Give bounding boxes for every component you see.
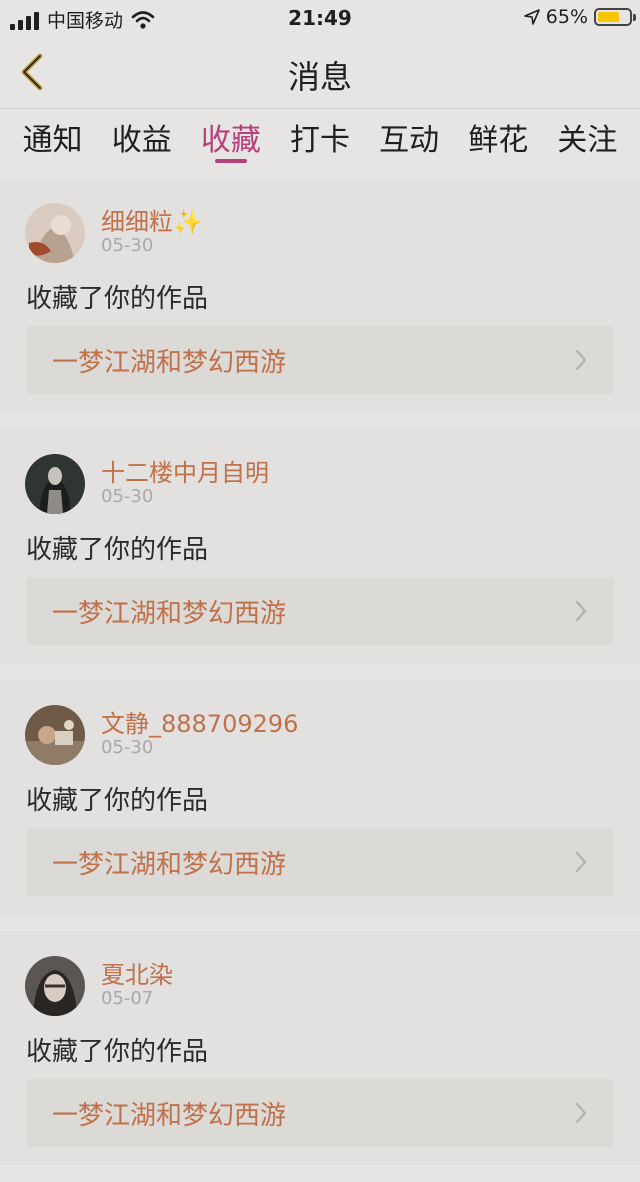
- action-text: 收藏了你的作品: [26, 1037, 209, 1067]
- work-title: 一梦江湖和梦幻西游: [52, 850, 287, 880]
- work-link[interactable]: 一梦江湖和梦幻西游: [26, 1079, 614, 1147]
- action-text: 收藏了你的作品: [26, 535, 209, 565]
- work-title: 一梦江湖和梦幻西游: [52, 348, 287, 378]
- notification-item: 夏北染 05-07 收藏了你的作品 一梦江湖和梦幻西游: [0, 931, 640, 1165]
- work-link[interactable]: 一梦江湖和梦幻西游: [26, 326, 614, 394]
- status-right: 65%: [523, 6, 636, 28]
- tab-interaction[interactable]: 互动: [379, 109, 439, 167]
- location-arrow-icon: [523, 9, 540, 25]
- battery-icon: [594, 8, 636, 26]
- notification-item: 文静_888709296 05-30 收藏了你的作品 一梦江湖和梦幻西游: [0, 680, 640, 914]
- tab-follow[interactable]: 关注: [557, 109, 617, 167]
- tab-notice[interactable]: 通知: [23, 109, 83, 167]
- status-bar: 中国移动 21:49 65%: [0, 0, 640, 36]
- tab-flowers[interactable]: 鲜花: [468, 109, 528, 167]
- username[interactable]: 十二楼中月自明: [101, 453, 269, 488]
- username[interactable]: 细细粒✨: [101, 202, 203, 237]
- tab-favorites[interactable]: 收藏: [201, 109, 261, 167]
- avatar[interactable]: [25, 454, 85, 514]
- avatar[interactable]: [25, 705, 85, 765]
- action-text: 收藏了你的作品: [26, 786, 209, 816]
- work-title: 一梦江湖和梦幻西游: [52, 599, 287, 629]
- battery-percent: 65%: [545, 6, 588, 28]
- chevron-right-icon: [575, 851, 587, 873]
- timestamp: 05-07: [101, 988, 154, 1009]
- tab-earnings[interactable]: 收益: [112, 109, 172, 167]
- nav-bar: 消息: [0, 36, 640, 109]
- timestamp: 05-30: [101, 235, 154, 256]
- work-title: 一梦江湖和梦幻西游: [52, 1101, 287, 1131]
- chevron-right-icon: [575, 1102, 587, 1124]
- work-link[interactable]: 一梦江湖和梦幻西游: [26, 828, 614, 896]
- work-link[interactable]: 一梦江湖和梦幻西游: [26, 577, 614, 645]
- notification-item: 十二楼中月自明 05-30 收藏了你的作品 一梦江湖和梦幻西游: [0, 429, 640, 663]
- avatar[interactable]: [25, 203, 85, 263]
- username[interactable]: 文静_888709296: [101, 704, 298, 739]
- tab-checkin[interactable]: 打卡: [290, 109, 350, 167]
- chevron-right-icon: [575, 600, 587, 622]
- chevron-right-icon: [575, 349, 587, 371]
- avatar[interactable]: [25, 956, 85, 1016]
- page-title: 消息: [287, 58, 352, 96]
- action-text: 收藏了你的作品: [26, 284, 209, 314]
- timestamp: 05-30: [101, 737, 154, 758]
- notification-list: 细细粒✨ 05-30 收藏了你的作品 一梦江湖和梦幻西游 十二楼中月自明 05-…: [0, 178, 640, 1182]
- username[interactable]: 夏北染: [101, 955, 173, 990]
- notification-item: 细细粒✨ 05-30 收藏了你的作品 一梦江湖和梦幻西游: [0, 178, 640, 412]
- timestamp: 05-30: [101, 486, 154, 507]
- tab-bar: 通知 收益 收藏 打卡 互动 鲜花 关注: [0, 109, 640, 167]
